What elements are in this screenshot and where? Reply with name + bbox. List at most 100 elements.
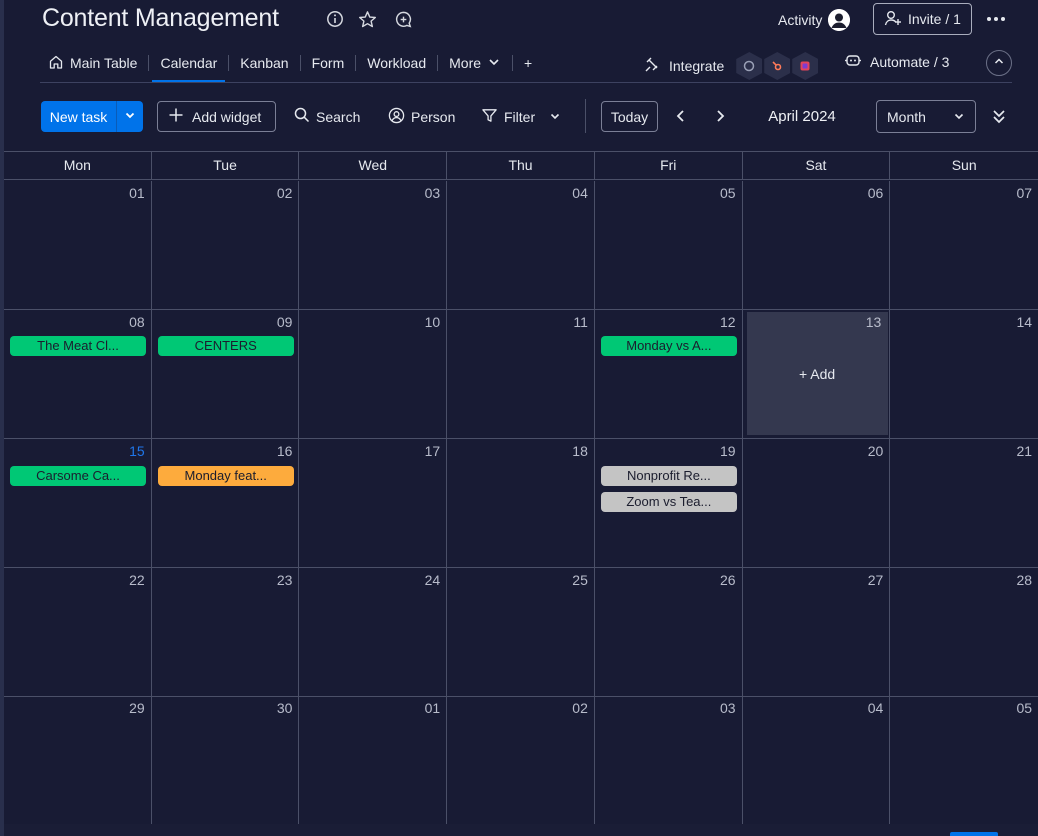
- day-number: 21: [1016, 443, 1033, 459]
- info-icon[interactable]: [325, 9, 345, 29]
- calendar-day-cell[interactable]: 28: [890, 568, 1038, 696]
- tab-main-table[interactable]: Main Table: [40, 44, 145, 82]
- calendar-day-cell[interactable]: 12 Monday vs A...: [595, 310, 743, 438]
- calendar-day-cell[interactable]: 14: [890, 310, 1038, 438]
- next-month-icon[interactable]: [709, 105, 731, 127]
- calendar-event-item[interactable]: Monday feat...: [157, 466, 294, 486]
- calendar-day-cell[interactable]: 07: [890, 181, 1038, 309]
- today-button[interactable]: Today: [601, 101, 658, 132]
- filter-button[interactable]: Filter: [481, 101, 561, 132]
- tab-more[interactable]: More: [441, 44, 509, 82]
- star-icon[interactable]: [357, 9, 377, 29]
- tab-kanban[interactable]: Kanban: [232, 44, 296, 82]
- calendar-event-item[interactable]: Carsome Ca...: [10, 466, 146, 486]
- calendar-day-cell[interactable]: 03: [299, 181, 448, 309]
- calendar-day-cell[interactable]: 10: [299, 310, 448, 438]
- chat-bubble-icon[interactable]: [393, 9, 413, 29]
- calendar-day-cell[interactable]: 08 The Meat Cl...: [4, 310, 152, 438]
- calendar-day-cell[interactable]: 09 CENTERS: [152, 310, 300, 438]
- calendar-day-cell[interactable]: 17: [299, 439, 448, 567]
- integrate-label: Integrate: [669, 58, 725, 74]
- calendar-day-cell[interactable]: 01: [299, 696, 448, 824]
- collapse-header-button[interactable]: [986, 50, 1012, 76]
- calendar-day-cell[interactable]: 23: [152, 568, 300, 696]
- day-number: 05: [720, 185, 736, 201]
- add-person-icon: [884, 9, 902, 30]
- search-button[interactable]: Search: [294, 101, 360, 132]
- tab-calendar[interactable]: Calendar: [152, 44, 226, 82]
- chevron-down-icon[interactable]: [549, 109, 561, 125]
- calendar-day-cell[interactable]: 25: [447, 568, 595, 696]
- previous-month-icon[interactable]: [670, 105, 692, 127]
- calendar-day-cell[interactable]: 06: [743, 181, 891, 309]
- calendar-day-cell[interactable]: 02: [447, 696, 595, 824]
- home-icon: [48, 54, 64, 73]
- tabs-divider: [40, 82, 1012, 83]
- tab-label: Workload: [367, 55, 427, 71]
- tab-workload[interactable]: Workload: [359, 44, 434, 82]
- calendar-day-cell[interactable]: 02: [152, 181, 300, 309]
- calendar-day-cell[interactable]: 05: [595, 181, 743, 309]
- integrate-button[interactable]: Integrate: [643, 52, 819, 80]
- calendar-day-cell[interactable]: 22: [4, 568, 152, 696]
- calendar-event-item[interactable]: CENTERS: [157, 336, 294, 356]
- activity-button[interactable]: Activity: [778, 9, 851, 31]
- day-number: 28: [1016, 572, 1033, 588]
- month-calendar: Mon Tue Wed Thu Fri Sat Sun 01 02 03 04 …: [4, 151, 1038, 825]
- day-number: 19: [720, 443, 736, 459]
- new-task-button[interactable]: New task: [41, 101, 143, 132]
- calendar-day-cell[interactable]: 27: [743, 568, 891, 696]
- day-number: 18: [572, 443, 588, 459]
- view-mode-select[interactable]: Month: [876, 100, 976, 133]
- day-number: 20: [867, 443, 884, 459]
- weekday-header: Mon: [4, 152, 152, 179]
- calendar-event-item[interactable]: Monday vs A...: [600, 336, 737, 356]
- calendar-day-cell[interactable]: 15 Carsome Ca...: [4, 439, 152, 567]
- automate-button[interactable]: Automate / 3: [844, 52, 949, 71]
- more-options-icon[interactable]: [984, 8, 1008, 30]
- day-number: 01: [129, 185, 145, 201]
- calendar-day-cell[interactable]: 16 Monday feat...: [152, 439, 300, 567]
- footer-bar: [4, 824, 1038, 836]
- add-item-cell[interactable]: + Add: [746, 312, 888, 435]
- calendar-day-cell[interactable]: 30: [152, 696, 300, 824]
- weekday-header: Fri: [595, 152, 743, 179]
- calendar-day-cell[interactable]: 24: [299, 568, 448, 696]
- tab-form[interactable]: Form: [304, 44, 353, 82]
- calendar-day-cell[interactable]: 26: [595, 568, 743, 696]
- day-number: 12: [720, 314, 736, 330]
- calendar-event-item[interactable]: The Meat Cl...: [10, 336, 146, 356]
- calendar-day-cell[interactable]: 18: [447, 439, 595, 567]
- day-number: 25: [572, 572, 588, 588]
- add-view-button[interactable]: +: [516, 44, 540, 82]
- calendar-day-cell[interactable]: 03: [595, 696, 743, 824]
- invite-button[interactable]: Invite / 1: [873, 3, 972, 35]
- day-number: 08: [129, 314, 145, 330]
- calendar-day-cell[interactable]: 20: [743, 439, 891, 567]
- weekday-header: Thu: [447, 152, 595, 179]
- calendar-day-cell[interactable]: 04: [743, 696, 891, 824]
- double-chevron-down-icon[interactable]: [988, 105, 1010, 127]
- calendar-day-cell[interactable]: 29: [4, 696, 152, 824]
- day-number: 09: [276, 314, 293, 330]
- calendar-event-item[interactable]: Nonprofit Re...: [600, 466, 737, 486]
- calendar-day-cell[interactable]: 01: [4, 181, 152, 309]
- add-widget-button[interactable]: Add widget: [157, 101, 276, 132]
- board-title[interactable]: Content Management: [42, 4, 279, 33]
- calendar-day-cell[interactable]: + Add 13: [743, 310, 891, 438]
- person-filter-button[interactable]: Person: [388, 101, 455, 132]
- new-task-label[interactable]: New task: [41, 101, 116, 132]
- scroll-indicator[interactable]: [950, 832, 998, 836]
- day-number: 14: [1016, 314, 1033, 330]
- calendar-week-row: 29 30 01 02 03 04 05: [4, 696, 1038, 825]
- calendar-day-cell[interactable]: 05: [890, 696, 1038, 824]
- calendar-day-cell[interactable]: 19 Nonprofit Re... Zoom vs Tea...: [595, 439, 743, 567]
- integrate-icon: [643, 56, 661, 77]
- new-task-dropdown[interactable]: [116, 101, 143, 132]
- invite-label: Invite / 1: [908, 11, 961, 27]
- calendar-event-item[interactable]: Zoom vs Tea...: [600, 492, 737, 512]
- calendar-day-cell[interactable]: 04: [447, 181, 595, 309]
- weekday-header: Sun: [951, 157, 977, 173]
- calendar-day-cell[interactable]: 11: [447, 310, 595, 438]
- calendar-day-cell[interactable]: 21: [890, 439, 1038, 567]
